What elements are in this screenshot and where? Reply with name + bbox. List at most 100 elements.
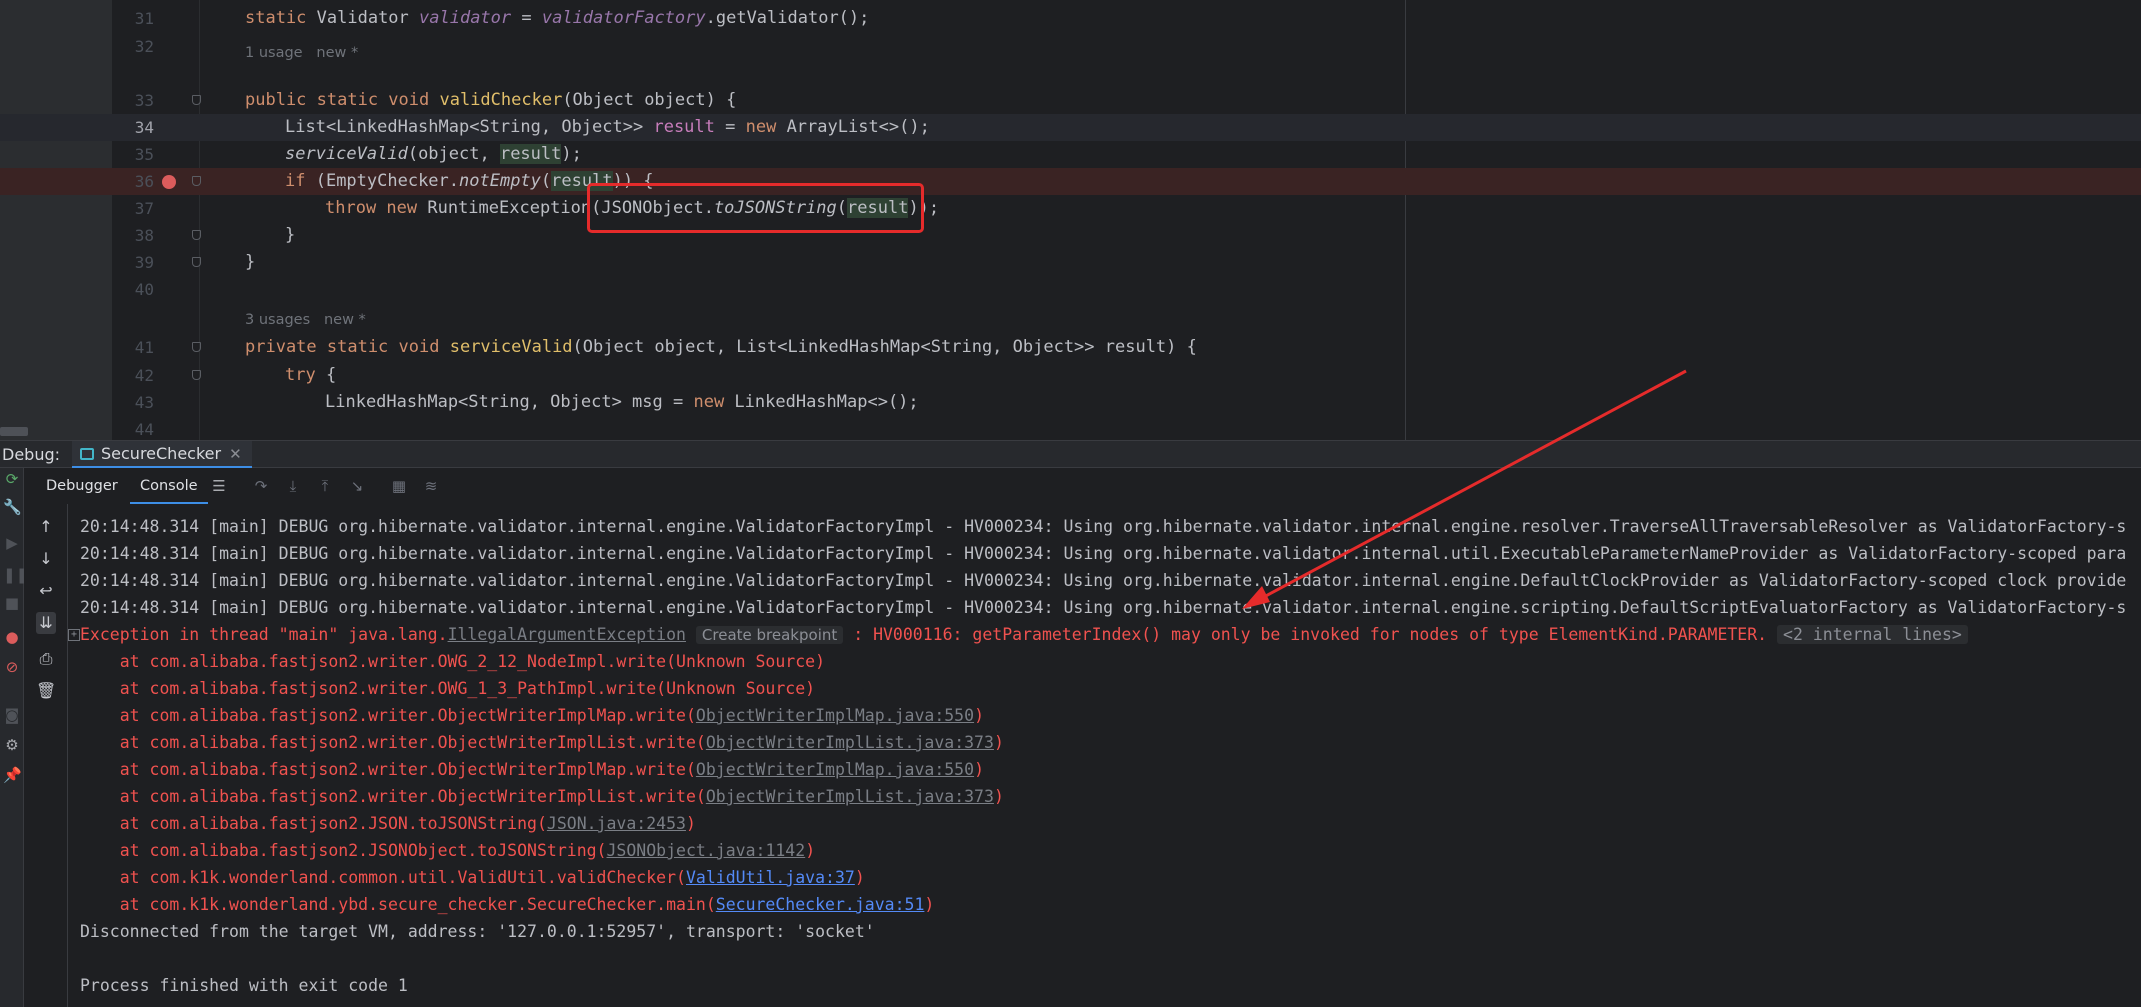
print-icon[interactable]: ⎙	[36, 648, 56, 670]
console-output[interactable]: 20:14:48.314 [main] DEBUG org.hibernate.…	[68, 504, 2141, 1007]
code-text: }	[245, 252, 256, 272]
debug-actions-bar: ⟳ 🔧 ▶ ❚❚ ■ ● ⊘ ◙ ⚙ 📌	[0, 468, 28, 1007]
trash-icon[interactable]: 🗑	[36, 680, 56, 702]
stack-frame: at com.alibaba.fastjson2.JSON.toJSONStri…	[80, 810, 696, 837]
code-line-33: 33 public static void validChecker(Objec…	[0, 87, 2141, 114]
frame-text: at com.alibaba.fastjson2.writer.ObjectWr…	[80, 787, 706, 806]
line-number: 34	[134, 118, 154, 137]
tab-debugger[interactable]: Debugger	[46, 468, 118, 504]
code-line-37: 37 throw new RuntimeException(JSONObject…	[0, 195, 2141, 222]
mute-breakpoints-icon[interactable]: ⊘	[3, 658, 21, 676]
exception-prefix: Exception in thread "main" java.lang.	[80, 625, 448, 644]
exception-line: + Exception in thread "main" java.lang.Il…	[68, 621, 1968, 648]
line-number: 42	[134, 366, 154, 385]
fold-icon[interactable]	[192, 370, 201, 380]
fold-icon[interactable]	[192, 176, 201, 186]
code-line-44: 44	[0, 416, 2141, 440]
line-number: 38	[134, 226, 154, 245]
stack-frame: at com.alibaba.fastjson2.JSONObject.toJS…	[80, 837, 815, 864]
fold-icon[interactable]	[192, 342, 201, 352]
gear-icon[interactable]: ⚙	[3, 736, 21, 754]
pin-icon[interactable]: 📌	[3, 766, 22, 784]
debug-session-tab[interactable]: SecureChecker ✕	[72, 441, 252, 468]
scroll-to-end-icon[interactable]: ⇊	[36, 612, 56, 634]
line-number: 41	[134, 338, 154, 357]
fold-icon[interactable]	[192, 257, 201, 267]
frame-text: at com.alibaba.fastjson2.writer.ObjectWr…	[80, 760, 696, 779]
step-over-icon[interactable]: ↷	[252, 477, 270, 495]
step-into-icon[interactable]: ⤓	[284, 477, 302, 495]
frame-text: at com.alibaba.fastjson2.JSON.toJSONStri…	[80, 814, 547, 833]
frame-text: at com.alibaba.fastjson2.writer.ObjectWr…	[80, 733, 706, 752]
line-number: 37	[134, 199, 154, 218]
frame-text: at com.alibaba.fastjson2.writer.OWG_1_3_…	[80, 679, 816, 698]
fold-icon[interactable]	[192, 95, 201, 105]
code-line-39: 39 }	[0, 249, 2141, 276]
code-text: List<LinkedHashMap<String, Object>> resu…	[285, 117, 930, 137]
debug-tool-window: Debug: SecureChecker ✕ ⟳ 🔧 ▶ ❚❚ ■ ● ⊘ ◙ …	[0, 440, 2141, 1007]
source-link[interactable]: ObjectWriterImplList.java:373	[706, 733, 994, 752]
arrow-down-icon[interactable]: ↓	[36, 548, 56, 570]
line-number: 35	[134, 145, 154, 164]
source-link[interactable]: SecureChecker.java:51	[716, 895, 925, 914]
source-link[interactable]: ValidUtil.java:37	[686, 868, 855, 887]
exception-class-link[interactable]: IllegalArgumentException	[448, 625, 686, 644]
line-number: 43	[134, 393, 154, 412]
line-number: 36	[134, 172, 154, 191]
menu-icon[interactable]: ☰	[210, 477, 228, 495]
step-out-icon[interactable]: ⤒	[316, 477, 334, 495]
code-line-41: 41 private static void serviceValid(Obje…	[0, 334, 2141, 361]
fold-icon[interactable]	[192, 230, 201, 240]
debug-header: Debug: SecureChecker ✕	[0, 440, 2141, 468]
source-link[interactable]: JSON.java:2453	[547, 814, 686, 833]
code-line-38: 38 }	[0, 222, 2141, 249]
source-link[interactable]: ObjectWriterImplList.java:373	[706, 787, 994, 806]
frame-text: at com.alibaba.fastjson2.writer.ObjectWr…	[80, 706, 696, 725]
create-breakpoint-button[interactable]: Create breakpoint	[695, 626, 844, 644]
trace-icon[interactable]: ≋	[422, 477, 440, 495]
breakpoint-icon[interactable]	[162, 175, 176, 189]
view-breakpoints-icon[interactable]: ●	[3, 628, 21, 646]
usage-hint[interactable]: 1 usage new *	[245, 40, 358, 67]
line-number: 39	[134, 253, 154, 272]
expand-icon[interactable]: +	[68, 629, 80, 641]
usage-hint[interactable]: 3 usages new *	[245, 307, 366, 334]
code-line-42: 42 try {	[0, 362, 2141, 389]
frame-tail: )	[685, 814, 696, 833]
wrench-icon[interactable]: 🔧	[3, 498, 22, 516]
tab-console[interactable]: Console	[130, 468, 208, 504]
stack-frame: at com.alibaba.fastjson2.writer.ObjectWr…	[80, 783, 1004, 810]
code-text: public static void validChecker(Object o…	[245, 90, 737, 110]
stop-icon[interactable]: ■	[3, 594, 21, 612]
exception-message: : HV000116: getParameterIndex() may only…	[843, 625, 1778, 644]
stack-frame: at com.alibaba.fastjson2.writer.ObjectWr…	[80, 756, 984, 783]
soft-wrap-icon[interactable]: ↩	[36, 580, 56, 602]
run-config-icon	[80, 447, 94, 460]
debug-title: Debug:	[2, 445, 61, 464]
close-icon[interactable]: ✕	[229, 445, 242, 463]
frame-tail: )	[993, 733, 1004, 752]
code-text: private static void serviceValid(Object …	[245, 337, 1197, 357]
resume-icon[interactable]: ▶	[3, 534, 21, 552]
pause-icon[interactable]: ❚❚	[3, 566, 28, 584]
code-line-34: 34 List<LinkedHashMap<String, Object>> r…	[0, 114, 2141, 141]
code-line-40: 40	[0, 276, 2141, 303]
code-line-36: 36 if (EmptyChecker.notEmpty(result)) {	[0, 168, 2141, 195]
camera-icon[interactable]: ◙	[3, 706, 21, 724]
rerun-icon[interactable]: ⟳	[3, 470, 21, 488]
line-number: 44	[134, 420, 154, 439]
source-link[interactable]: ObjectWriterImplMap.java:550	[696, 706, 974, 725]
arrow-up-icon[interactable]: ↑	[36, 516, 56, 538]
log-line: 20:14:48.314 [main] DEBUG org.hibernate.…	[80, 517, 2127, 536]
code-editor[interactable]: 31 static Validator validator = validato…	[0, 0, 2141, 440]
run-to-cursor-icon[interactable]: ↘	[348, 477, 366, 495]
frame-tail: )	[974, 706, 984, 725]
source-link[interactable]: JSONObject.java:1142	[607, 841, 806, 860]
source-link[interactable]: ObjectWriterImplMap.java:550	[696, 760, 974, 779]
frame-tail: )	[805, 841, 816, 860]
evaluate-icon[interactable]: ▦	[390, 477, 408, 495]
internal-lines-fold[interactable]: <2 internal lines>	[1777, 625, 1968, 644]
code-line-35: 35 serviceValid(object, result);	[0, 141, 2141, 168]
log-line: 20:14:48.314 [main] DEBUG org.hibernate.…	[80, 544, 2127, 563]
console-actions-bar: ↑ ↓ ↩ ⇊ ⎙ 🗑	[24, 504, 68, 1007]
